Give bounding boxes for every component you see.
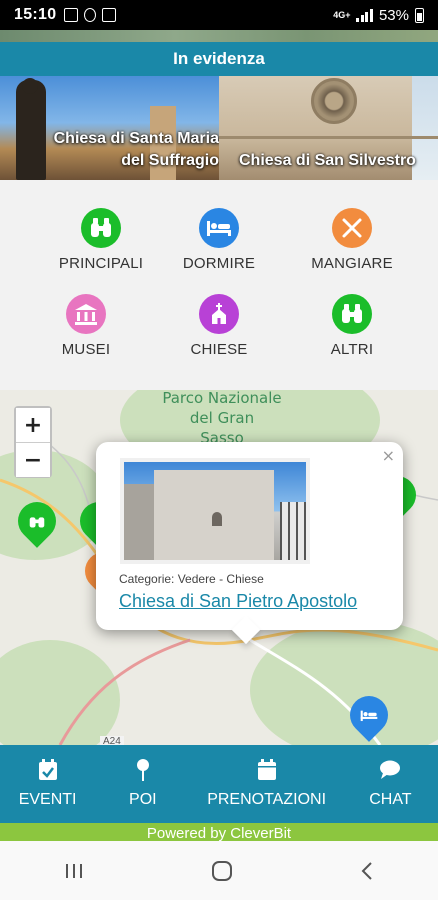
pin-icon <box>136 759 149 781</box>
network-type: 4G+ <box>333 10 351 20</box>
recent-apps-icon[interactable] <box>64 862 84 880</box>
battery-percent: 53% <box>378 6 409 24</box>
park-label: Parco Nazionale del Gran Sasso <box>152 390 292 448</box>
bed-icon <box>199 208 239 248</box>
slide-caption: Chiesa di San Silvestro <box>239 150 416 172</box>
calendar-icon <box>257 759 276 780</box>
slide-caption: Chiesa di Santa Maria del Suffragio <box>54 128 219 172</box>
powered-by-footer: Powered by CleverBit <box>0 823 438 841</box>
header-map-strip <box>0 30 438 42</box>
popup-category: Categorie: Vedere - Chiese <box>119 572 264 586</box>
sigma-notification-icon <box>102 8 117 22</box>
slide-caption-line: Chiesa di Santa Maria <box>53 130 219 147</box>
binoculars-icon <box>81 208 121 248</box>
signal-icon <box>356 8 373 22</box>
fork-knife-icon <box>332 208 372 248</box>
category-grid: PRINCIPALI DORMIRE MANGIARE MUSEI CHIESE <box>0 180 438 390</box>
category-dormire[interactable]: DORMIRE <box>149 208 289 272</box>
church-window <box>212 512 222 526</box>
zoom-out-button[interactable]: − <box>16 443 50 477</box>
category-musei[interactable]: MUSEI <box>16 294 156 358</box>
road-label: A24 <box>100 736 124 745</box>
zoom-control: + − <box>14 406 52 478</box>
map-popup: × Categorie: Vedere - Chiese Chiesa di S… <box>96 442 403 630</box>
nav-eventi[interactable]: EVENTI <box>0 745 95 823</box>
featured-title: In evidenza <box>0 42 438 76</box>
nav-label: EVENTI <box>18 791 77 808</box>
museum-icon <box>66 294 106 334</box>
popup-title-link[interactable]: Chiesa di San Pietro Apostolo <box>119 591 357 612</box>
category-mangiare[interactable]: MANGIARE <box>282 208 422 272</box>
category-label: MANGIARE <box>311 255 393 272</box>
bottom-nav: EVENTI POI PRENOTAZIONI CHAT <box>0 745 438 823</box>
chat-bubble-icon <box>380 760 401 779</box>
statue-image <box>16 78 46 180</box>
status-bar: 15:10 4G+ 53% <box>0 0 438 30</box>
calendar-check-icon <box>38 759 57 780</box>
nav-label: CHAT <box>369 791 412 808</box>
category-chiese[interactable]: CHIESE <box>149 294 289 358</box>
gallery-notification-icon <box>64 8 79 22</box>
category-altri[interactable]: ALTRI <box>282 294 422 358</box>
featured-slide[interactable]: Chiesa di San Silvestro <box>219 76 438 180</box>
home-icon[interactable] <box>211 860 233 882</box>
back-icon[interactable] <box>360 861 374 881</box>
slide-caption-line: del Suffragio <box>121 152 219 169</box>
nav-chat[interactable]: CHAT <box>343 745 438 823</box>
status-time: 15:10 <box>14 6 57 23</box>
park-label-line: del Gran <box>189 409 255 427</box>
scaffolding <box>280 502 306 560</box>
bed-icon <box>358 704 380 726</box>
featured-carousel[interactable]: Chiesa di Santa Maria del Suffragio Chie… <box>0 76 438 180</box>
nav-label: POI <box>129 791 157 808</box>
nav-prenotazioni[interactable]: PRENOTAZIONI <box>190 745 342 823</box>
android-nav-bar <box>0 841 438 900</box>
nav-poi[interactable]: POI <box>95 745 190 823</box>
church-photo[interactable] <box>120 458 310 564</box>
category-label: CHIESE <box>190 341 248 358</box>
close-icon[interactable]: × <box>382 446 395 465</box>
notification-icon <box>84 8 97 22</box>
app-screen: 15:10 4G+ 53% In evidenza Chiesa di Sant… <box>0 0 438 900</box>
category-label: DORMIRE <box>182 255 256 272</box>
facade-cornice <box>219 136 438 139</box>
featured-slide[interactable]: Chiesa di Santa Maria del Suffragio <box>0 76 219 180</box>
binoculars-icon <box>26 510 48 532</box>
battery-icon <box>415 7 424 23</box>
church-icon <box>199 294 239 334</box>
status-right: 4G+ 53% <box>333 7 424 24</box>
binoculars-icon <box>332 294 372 334</box>
rose-window-image <box>311 78 357 124</box>
nav-label: PRENOTAZIONI <box>207 791 327 808</box>
category-label: MUSEI <box>61 341 111 358</box>
slide-caption-line: Chiesa di San Silvestro <box>239 152 416 169</box>
category-label: ALTRI <box>330 341 374 358</box>
zoom-in-button[interactable]: + <box>16 408 50 442</box>
park-label-line: Parco Nazionale <box>162 390 282 407</box>
